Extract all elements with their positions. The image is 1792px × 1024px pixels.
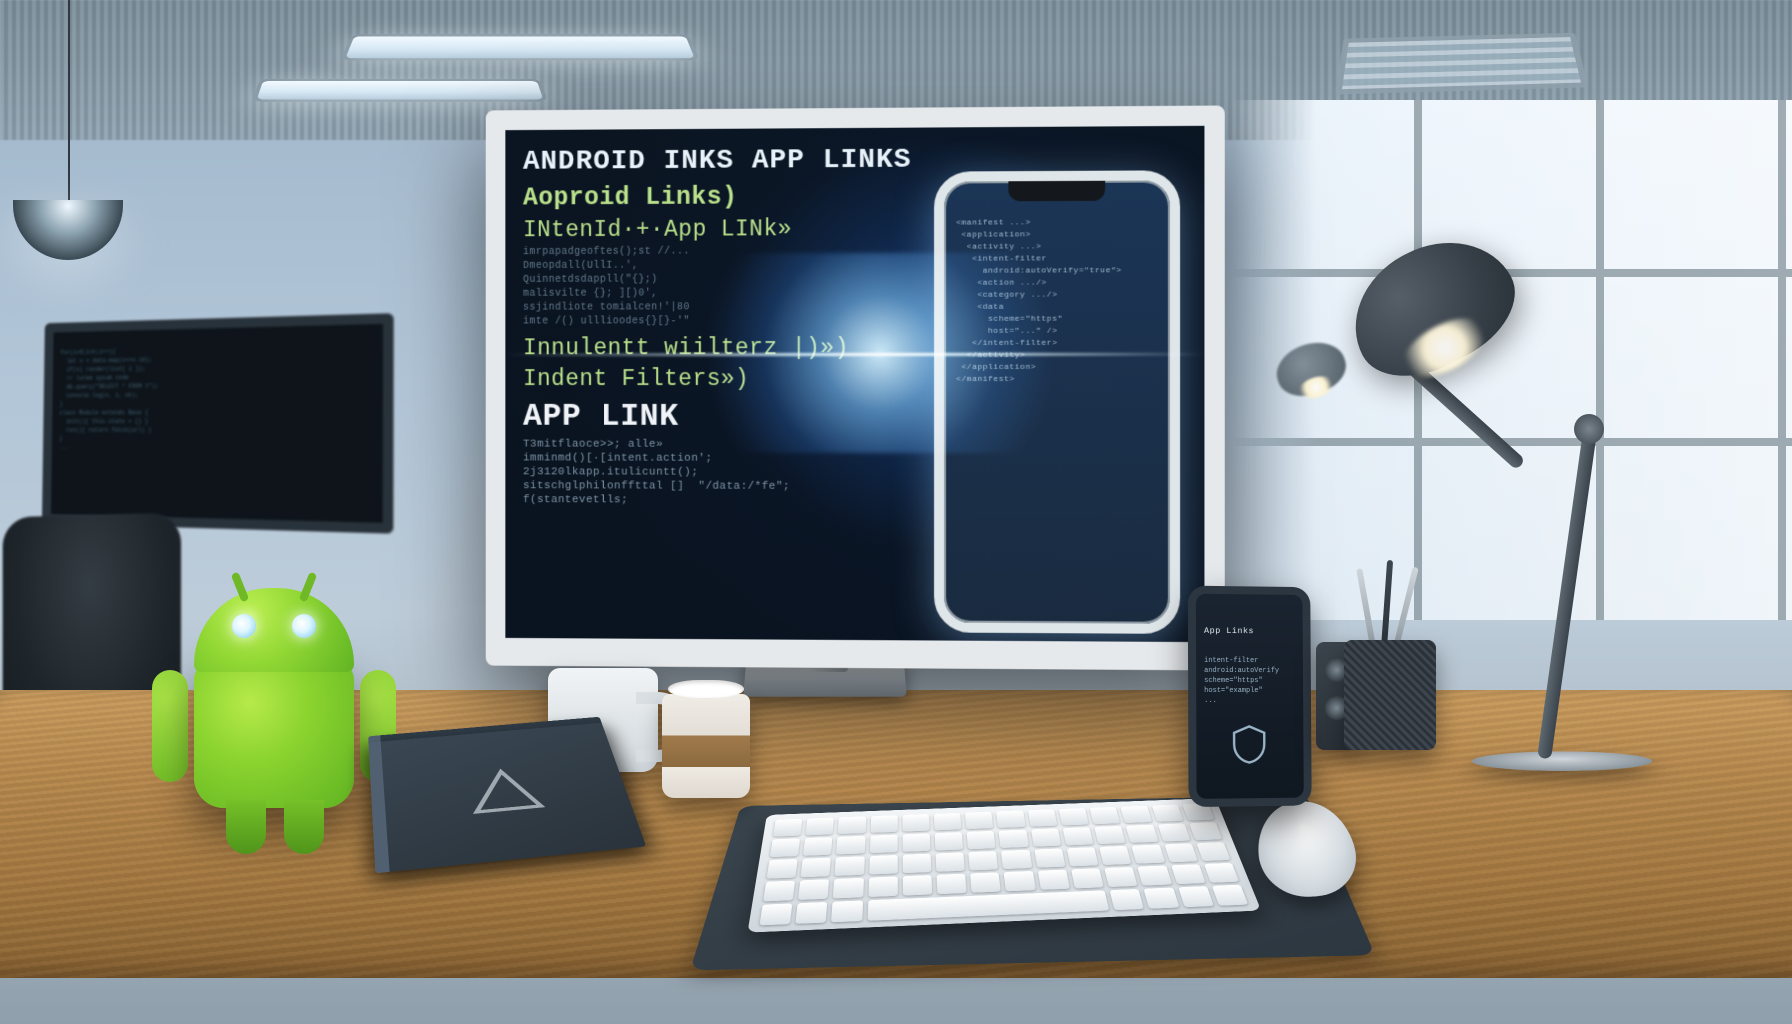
background-code: for(i=0;i<n;i++){ let v = data.map(x=>x.…	[52, 324, 383, 472]
key	[805, 818, 834, 836]
key	[1094, 826, 1126, 844]
key	[1196, 842, 1230, 861]
desk-lamp-joint	[1574, 414, 1604, 444]
android-eye	[232, 614, 256, 638]
key	[970, 872, 1001, 892]
key	[868, 876, 898, 897]
android-head	[194, 588, 354, 672]
scene-root: { "image": { "description": "Stylized 3D…	[0, 0, 1792, 1024]
android-bugdroid-figurine	[144, 570, 404, 870]
key	[1067, 847, 1099, 866]
desk-phone-body: intent-filter android:autoVerify scheme=…	[1204, 656, 1295, 706]
book-top	[368, 723, 646, 873]
key	[1034, 848, 1065, 867]
main-monitor: ANDROID INKS APP LINKS Aoproid Links) IN…	[486, 106, 1225, 671]
key	[835, 856, 865, 876]
key	[1151, 805, 1183, 822]
key	[796, 902, 828, 924]
key	[838, 816, 866, 834]
key	[1001, 850, 1032, 869]
key	[935, 832, 964, 851]
key	[902, 833, 930, 852]
desk-lamp-base	[1470, 751, 1653, 771]
monitor-screen: ANDROID INKS APP LINKS Aoproid Links) IN…	[505, 126, 1204, 642]
key	[1063, 827, 1094, 845]
key	[763, 881, 795, 902]
key	[1099, 846, 1132, 865]
pendant-lamp	[68, 0, 70, 200]
key	[836, 836, 865, 855]
hvac-container-icon	[1335, 33, 1589, 95]
paper-coffee-cup	[662, 694, 750, 798]
keyboard	[747, 798, 1261, 932]
key	[1132, 845, 1165, 864]
shield-icon	[1229, 724, 1269, 764]
key	[1071, 868, 1104, 888]
ceiling-light-panel	[257, 81, 543, 99]
key	[1004, 871, 1036, 891]
key	[1212, 885, 1249, 906]
key	[1059, 808, 1089, 825]
key	[1090, 807, 1121, 824]
key	[798, 879, 829, 900]
ceiling-light-panel	[345, 36, 694, 58]
phone-mock-code: <manifest ...> <application> <activity .…	[944, 180, 1170, 398]
key	[1144, 888, 1179, 909]
key	[1164, 843, 1198, 862]
key	[803, 837, 833, 856]
android-arm	[152, 670, 188, 782]
key	[903, 875, 933, 896]
desk-phone: App Links intent-filter android:autoVeri…	[1188, 586, 1312, 807]
key	[869, 855, 898, 875]
desk-phone-screen: App Links intent-filter android:autoVeri…	[1196, 594, 1304, 791]
phone-mock-in-screen: <manifest ...> <application> <activity .…	[934, 170, 1180, 634]
key	[1104, 867, 1138, 887]
key	[996, 810, 1025, 828]
key	[1028, 809, 1058, 827]
key	[999, 830, 1029, 848]
key	[759, 903, 792, 925]
key	[967, 831, 996, 850]
key	[1189, 822, 1222, 840]
key	[965, 812, 994, 830]
key	[936, 852, 965, 872]
triangle-logo-icon	[461, 762, 551, 820]
key	[1171, 864, 1206, 884]
key	[1138, 866, 1172, 886]
android-leg	[226, 800, 266, 854]
key	[767, 859, 798, 879]
key	[934, 813, 962, 831]
key	[1121, 806, 1152, 823]
key	[870, 835, 898, 854]
phone-notch-icon	[1008, 181, 1105, 202]
key	[770, 838, 800, 857]
android-eye	[292, 614, 316, 638]
key	[937, 874, 967, 895]
desk-phone-title: App Links	[1204, 626, 1295, 637]
key	[1178, 886, 1214, 907]
key	[833, 878, 863, 899]
key	[1110, 889, 1145, 910]
key	[773, 819, 803, 837]
key	[1204, 863, 1239, 883]
pen-holder	[1344, 640, 1436, 750]
key	[1031, 828, 1061, 846]
key	[902, 814, 929, 832]
android-body	[194, 658, 354, 808]
key	[1158, 823, 1191, 841]
background-monitor: for(i=0;i<n;i++){ let v = data.map(x=>x.…	[42, 313, 394, 534]
key	[831, 900, 862, 922]
android-leg	[284, 800, 324, 854]
key	[801, 858, 831, 878]
key	[1126, 825, 1158, 843]
key	[969, 851, 999, 870]
key	[903, 854, 932, 874]
key	[1038, 870, 1070, 890]
key	[870, 815, 897, 833]
